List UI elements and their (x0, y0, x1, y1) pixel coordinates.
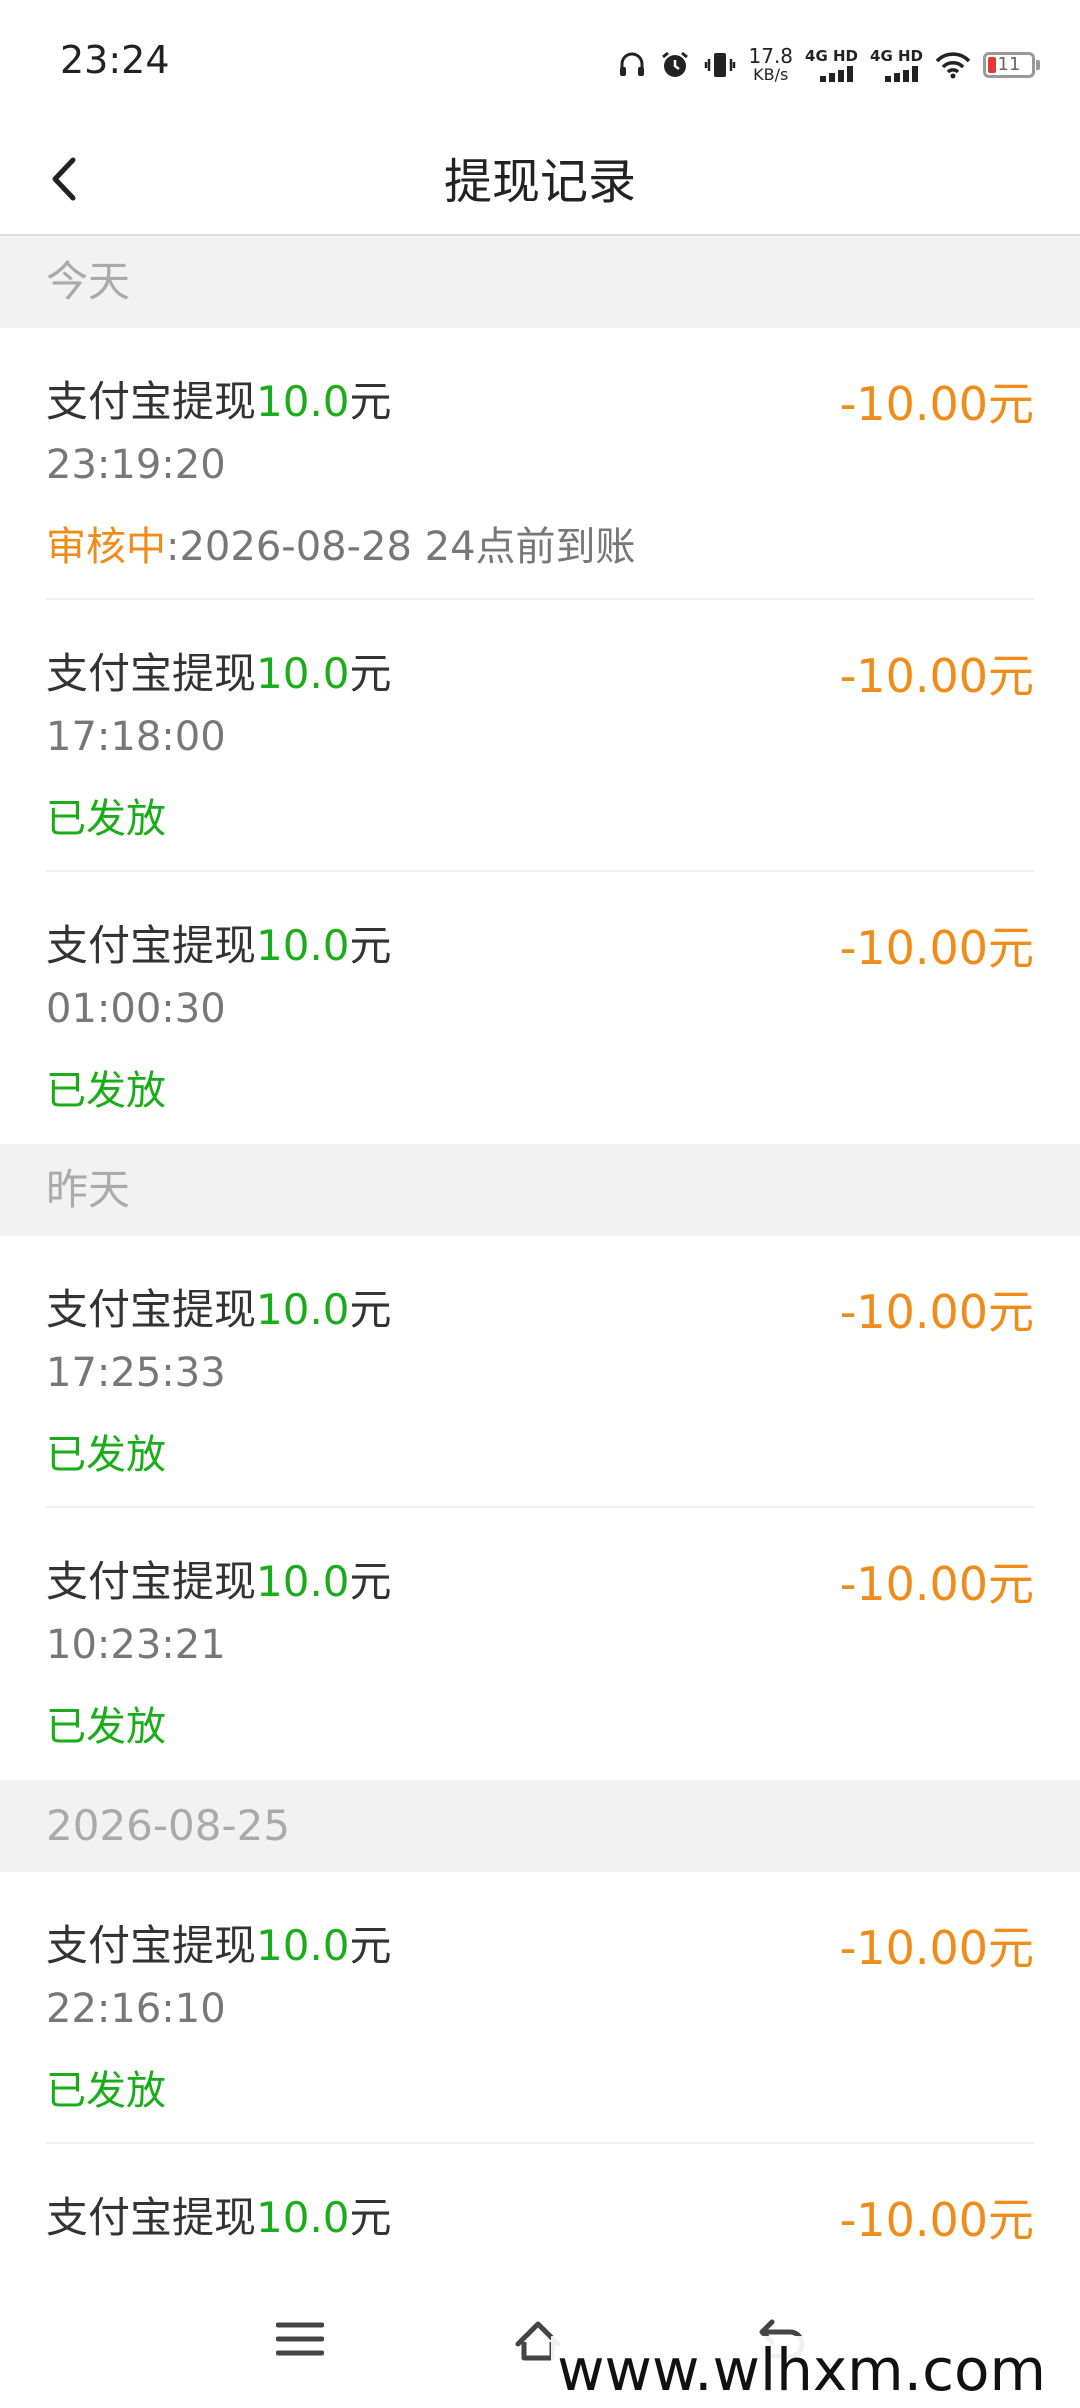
vibrate-icon (703, 50, 737, 80)
record-title-suffix: 元 (349, 1921, 392, 1970)
record-title-prefix: 支付宝提现 (46, 377, 257, 426)
sim2-signal: 4G HD (870, 48, 923, 82)
record-title: 支付宝提现10.0元 (46, 1276, 392, 1337)
sim2-label: 4G HD (870, 47, 923, 65)
record-status: 已发放 (46, 2068, 166, 2114)
nav-bar: 提现记录 (0, 120, 1080, 236)
record-title-prefix: 支付宝提现 (46, 921, 257, 970)
status-detail: :2026-08-28 24点前到账 (166, 524, 636, 570)
record-item[interactable]: 支付宝提现10.0元 -10.00元 01:00:30 已发放 (46, 872, 1034, 1144)
record-time: 17:25:33 (46, 1350, 226, 1396)
sim1-signal: 4G HD (805, 48, 858, 82)
record-status: 已发放 (46, 1704, 166, 1750)
record-title-amount: 10.0 (256, 377, 350, 426)
record-time: 22:16:10 (46, 1986, 226, 2032)
record-title-amount: 10.0 (256, 921, 350, 970)
signal-icon (820, 66, 854, 82)
status-icons: 17.8 KB/s 4G HD 4G HD 11 (617, 40, 1040, 90)
record-title: 支付宝提现10.0元 (46, 1912, 392, 1973)
battery-icon: 11 (983, 52, 1040, 78)
record-item[interactable]: 支付宝提现10.0元 -10.00元 17:18:00 已发放 (46, 600, 1034, 872)
record-title-amount: 10.0 (256, 1285, 350, 1334)
menu-icon (276, 2322, 324, 2356)
record-title-suffix: 元 (349, 921, 392, 970)
page-title: 提现记录 (443, 154, 636, 210)
record-amount: -10.00元 (839, 1557, 1034, 1611)
record-amount: -10.00元 (839, 1921, 1034, 1975)
battery-level: 11 (997, 54, 1021, 75)
record-time: 17:18:00 (46, 714, 226, 760)
record-title-amount: 10.0 (256, 1557, 350, 1606)
record-title-suffix: 元 (349, 1557, 392, 1606)
record-title: 支付宝提现10.0元 (46, 2184, 392, 2245)
record-time: 10:23:21 (46, 1622, 226, 1668)
record-title-suffix: 元 (349, 2193, 392, 2242)
status-time: 23:24 (60, 38, 170, 82)
record-time: 01:00:30 (46, 986, 226, 1032)
record-title: 支付宝提现10.0元 (46, 912, 392, 973)
record-item[interactable]: 支付宝提现10.0元 -10.00元 23:19:20 审核中:2026-08-… (46, 328, 1034, 600)
status-label: 审核中 (46, 524, 166, 570)
record-item[interactable]: 支付宝提现10.0元 -10.00元 10:23:21 已发放 (46, 1508, 1034, 1780)
sim1-label: 4G HD (805, 47, 859, 65)
record-title-suffix: 元 (349, 1285, 392, 1334)
menu-button[interactable] (260, 2304, 340, 2374)
record-title-prefix: 支付宝提现 (46, 1285, 257, 1334)
record-amount: -10.00元 (839, 649, 1034, 703)
record-title-prefix: 支付宝提现 (46, 2193, 257, 2242)
record-item[interactable]: 支付宝提现10.0元 -10.00元 17:25:33 已发放 (46, 1236, 1034, 1508)
section-header: 昨天 (0, 1144, 1080, 1236)
status-bar: 23:24 17.8 KB/s 4G HD 4G HD 11 (0, 0, 1080, 120)
alarm-icon (659, 49, 691, 81)
section-header: 今天 (0, 236, 1080, 328)
signal-icon (885, 66, 918, 82)
app-root: 23:24 17.8 KB/s 4G HD 4G HD 11 提现记录 今天 支… (0, 0, 1080, 2408)
record-title-prefix: 支付宝提现 (46, 649, 257, 698)
record-item[interactable]: 支付宝提现10.0元 -10.00元 22:16:10 已发放 (46, 1872, 1034, 2144)
record-amount: -10.00元 (839, 1285, 1034, 1339)
battery-body: 11 (983, 52, 1035, 78)
record-status: 已发放 (46, 1432, 166, 1478)
record-amount: -10.00元 (839, 377, 1034, 431)
record-time: 23:19:20 (46, 442, 226, 488)
record-title: 支付宝提现10.0元 (46, 1548, 392, 1609)
record-title-suffix: 元 (349, 649, 392, 698)
battery-cap (1036, 60, 1040, 70)
withdraw-record-list[interactable]: 今天 支付宝提现10.0元 -10.00元 23:19:20 审核中:2026-… (0, 236, 1080, 2408)
record-title-amount: 10.0 (256, 649, 350, 698)
net-speed-value: 17.8 (748, 44, 794, 68)
wifi-icon (935, 51, 971, 79)
record-title-suffix: 元 (349, 377, 392, 426)
net-speed-unit: KB/s (753, 65, 789, 84)
record-title: 支付宝提现10.0元 (46, 640, 392, 701)
record-title-prefix: 支付宝提现 (46, 1921, 257, 1970)
watermark: www.wlhxm.com (551, 2336, 1052, 2404)
record-amount: -10.00元 (839, 2193, 1034, 2247)
record-status: 审核中:2026-08-28 24点前到账 (46, 514, 636, 572)
record-title-amount: 10.0 (256, 2193, 350, 2242)
record-status: 已发放 (46, 1068, 166, 1114)
record-title-amount: 10.0 (256, 1921, 350, 1970)
record-amount: -10.00元 (839, 921, 1034, 975)
record-title-prefix: 支付宝提现 (46, 1557, 257, 1606)
net-speed: 17.8 KB/s (749, 46, 794, 84)
section-header: 2026-08-25 (0, 1780, 1080, 1872)
record-title: 支付宝提现10.0元 (46, 368, 392, 429)
record-status: 已发放 (46, 796, 166, 842)
headphones-icon (617, 50, 647, 80)
